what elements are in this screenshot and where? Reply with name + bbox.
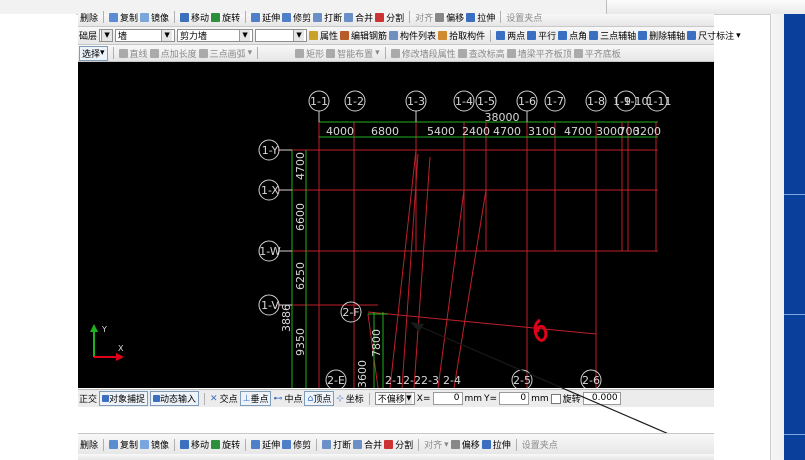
set-grip-button[interactable]: 设置夹点 <box>522 438 558 451</box>
trim-button[interactable]: 修剪 <box>293 438 311 451</box>
mirror-icon <box>140 440 150 449</box>
offset-button[interactable]: 偏移 <box>462 438 480 451</box>
edit-toolbar-bottom: 删除 复制 镜像 移动 旋转 延伸 修剪 打断 合并 分割 对齐 ▾ 偏移 拉伸 … <box>78 433 714 456</box>
stretch-button[interactable]: 拉伸 <box>493 438 511 451</box>
component-toolbar-bottom <box>78 454 714 460</box>
pointer-arrow <box>410 322 679 439</box>
merge-button[interactable]: 合并 <box>364 438 382 451</box>
split-icon <box>384 440 394 449</box>
break-icon <box>322 440 332 449</box>
chevron-down-icon: ▾ <box>444 439 449 450</box>
extend-button[interactable]: 延伸 <box>262 438 280 451</box>
break-button[interactable]: 打断 <box>333 438 351 451</box>
trim-icon <box>282 440 292 449</box>
copy-button[interactable]: 复制 <box>120 438 138 451</box>
move-icon <box>180 440 190 449</box>
stretch-icon <box>481 440 491 449</box>
arrow-shaft <box>413 323 679 439</box>
arrow-head <box>410 322 424 332</box>
move-button[interactable]: 移动 <box>191 438 209 451</box>
rotate-button[interactable]: 旋转 <box>222 438 240 451</box>
rotate-icon <box>211 440 221 449</box>
extend-icon <box>251 440 261 449</box>
copy-icon <box>109 440 119 449</box>
offset-icon <box>450 440 460 449</box>
split-button[interactable]: 分割 <box>395 438 413 451</box>
mirror-button[interactable]: 镜像 <box>151 438 169 451</box>
align-button[interactable]: 对齐 <box>424 438 442 451</box>
merge-icon <box>353 440 363 449</box>
delete-button[interactable]: 删除 <box>80 438 98 451</box>
